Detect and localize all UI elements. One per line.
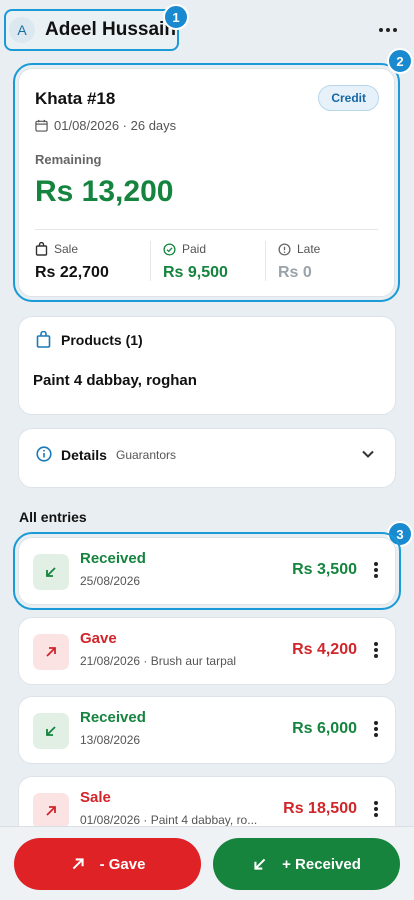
divider — [35, 229, 378, 230]
stat-paid: Paid Rs 9,500 — [163, 242, 228, 282]
entry-title: Sale — [80, 789, 111, 806]
stat-sale-value: Rs 22,700 — [35, 264, 109, 281]
entry-more-icon[interactable] — [373, 719, 379, 739]
khata-date: 01/08/2026 · 26 days — [54, 118, 177, 133]
info-icon — [36, 446, 52, 462]
products-title: Products (1) — [61, 332, 143, 348]
entry-row[interactable]: Gave 21/08/2026 · Brush aur tarpal Rs 4,… — [18, 617, 396, 685]
entry-title: Gave — [80, 630, 117, 647]
stat-divider — [265, 241, 266, 281]
stat-late-label: Late — [297, 242, 321, 256]
entry-row[interactable]: Received 13/08/2026 Rs 6,000 — [18, 696, 396, 764]
entry-more-icon[interactable] — [373, 799, 379, 819]
annotation-badge-1: 1 — [163, 4, 189, 30]
stat-late-value: Rs 0 — [278, 264, 312, 281]
date-row: 01/08/2026 · 26 days — [35, 118, 176, 133]
stat-paid-label: Paid — [182, 242, 207, 256]
annotation-badge-2: 2 — [387, 48, 413, 74]
gave-button-label: - Gave — [99, 855, 146, 873]
user-chip[interactable]: A Adeel Hussain — [4, 9, 179, 51]
entry-title: Received — [80, 550, 146, 567]
check-circle-icon — [163, 242, 176, 256]
chevron-down-icon[interactable] — [361, 449, 375, 459]
details-title: Details — [61, 447, 107, 463]
alert-circle-icon — [278, 242, 291, 256]
entry-amount: Rs 18,500 — [283, 800, 357, 817]
more-menu-button[interactable] — [376, 18, 400, 42]
entry-subtitle: 25/08/2026 — [80, 574, 141, 588]
arrow-up-right-icon — [33, 793, 69, 829]
more-icon-dot — [393, 28, 397, 32]
products-text: Paint 4 dabbay, roghan — [33, 372, 197, 389]
entry-subtitle: 21/08/2026 · Brush aur tarpal — [80, 654, 237, 668]
bag-icon — [35, 242, 48, 256]
entry-amount: Rs 4,200 — [292, 641, 357, 658]
user-name: Adeel Hussain — [45, 19, 176, 40]
entry-more-icon[interactable] — [373, 560, 379, 580]
remaining-amount: Rs 13,200 — [35, 175, 174, 208]
header: A Adeel Hussain 1 — [0, 0, 414, 58]
stat-late: Late Rs 0 — [278, 242, 320, 282]
received-button-label: + Received — [282, 855, 361, 873]
remaining-label: Remaining — [35, 152, 102, 167]
products-card[interactable]: Products (1) Paint 4 dabbay, roghan — [18, 316, 396, 415]
entries-section-title: All entries — [19, 509, 87, 525]
calendar-icon — [35, 119, 48, 132]
avatar: A — [9, 17, 35, 43]
khata-title: Khata #18 — [35, 89, 116, 108]
arrow-up-right-icon — [72, 858, 84, 870]
stat-sale: Sale Rs 22,700 — [35, 242, 109, 282]
credit-badge: Credit — [318, 85, 379, 111]
details-card[interactable]: Details Guarantors — [18, 428, 396, 488]
stat-sale-label: Sale — [54, 242, 79, 256]
more-icon-dot — [386, 28, 390, 32]
gave-button[interactable]: - Gave — [14, 838, 201, 890]
entry-title: Received — [80, 709, 146, 726]
details-subtitle: Guarantors — [116, 448, 177, 462]
received-button[interactable]: + Received — [213, 838, 400, 890]
more-icon — [379, 28, 383, 32]
entry-subtitle: 01/08/2026 · Paint 4 dabbay, ro... — [80, 813, 258, 827]
bag-icon — [36, 331, 51, 348]
stat-divider — [150, 241, 151, 281]
arrow-down-left-icon — [33, 713, 69, 749]
stat-paid-value: Rs 9,500 — [163, 264, 228, 281]
arrow-down-left-icon — [33, 554, 69, 590]
entry-more-icon[interactable] — [373, 640, 379, 660]
entry-subtitle: 13/08/2026 — [80, 733, 141, 747]
arrow-down-left-icon — [254, 858, 266, 870]
entry-row[interactable]: Received 25/08/2026 Rs 3,500 — [13, 532, 401, 610]
khata-summary-card: Khata #18 Credit 01/08/2026 · 26 days Re… — [13, 63, 400, 302]
entry-amount: Rs 3,500 — [292, 561, 357, 578]
entry-amount: Rs 6,000 — [292, 720, 357, 737]
arrow-up-right-icon — [33, 634, 69, 670]
